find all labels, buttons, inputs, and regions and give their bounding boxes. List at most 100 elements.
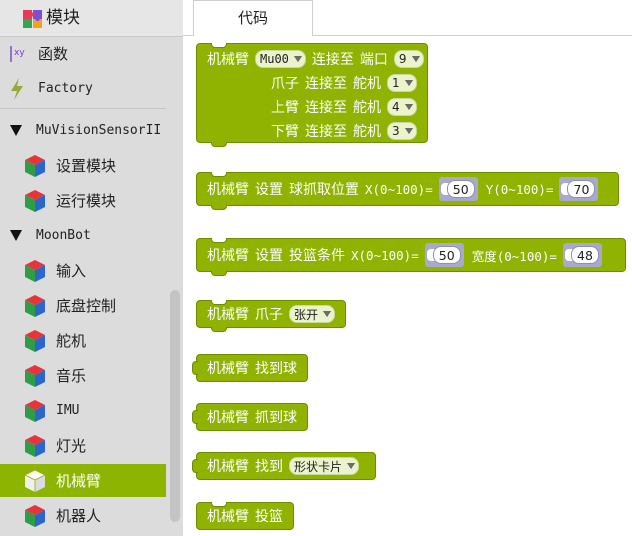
y-input[interactable]: 70 [567, 180, 596, 198]
sidebar-scrollbar[interactable] [170, 290, 180, 522]
block-text: 机械臂 [207, 410, 249, 426]
puzzle-icon [23, 10, 42, 28]
tab-code[interactable]: 代码 [193, 0, 313, 36]
block-row: 机械臂 投篮 [207, 504, 289, 528]
claw-state-dropdown[interactable]: 张开 [289, 305, 336, 323]
dropdown-value: 张开 [294, 307, 319, 322]
dropdown-arrow-icon [404, 104, 413, 110]
block-text: 机械臂 [207, 182, 249, 198]
block-canvas[interactable]: 机械臂 Mu00 连接至 端口 9 爪子 连接至 舵机 1 上臂 连接至 舵机 … [183, 36, 632, 536]
cube-icon [25, 364, 45, 387]
function-xy-icon: xy [10, 45, 25, 62]
category-label: Factory [38, 81, 93, 96]
category-label: 输入 [56, 262, 87, 280]
category-servo[interactable]: 舵机 [0, 324, 166, 357]
category-factory[interactable]: Factory [0, 72, 166, 105]
number-slot: 50 [438, 177, 478, 201]
block-claw[interactable]: 机械臂 爪子 张开 [196, 300, 346, 332]
block-row: 机械臂 抓到球 [207, 405, 303, 429]
port-dropdown[interactable]: 9 [393, 50, 424, 68]
category-music[interactable]: 音乐 [0, 359, 166, 392]
dropdown-value: 形状卡片 [294, 459, 343, 474]
block-text: X(0~100)= [365, 181, 433, 197]
block-text: 找到球 [255, 361, 297, 377]
category-moonbot[interactable]: MoonBot [0, 219, 166, 252]
block-text: 端口 [359, 52, 388, 68]
cube-icon [25, 259, 45, 282]
dropdown-value: Mu00 [260, 52, 289, 66]
workspace: 代码 机械臂 Mu00 连接至 端口 9 爪子 连接至 舵机 1 上臂 连接至 … [183, 0, 632, 536]
category-robot[interactable]: 机器人 [0, 499, 166, 532]
category-label: IMU [56, 403, 80, 418]
toolbox-header: 模块 [0, 0, 183, 37]
block-text: 舵机 [353, 76, 381, 92]
block-row: 机械臂 找到球 [207, 356, 303, 380]
block-text: 爪子 [255, 307, 283, 323]
block-arm-connect[interactable]: 机械臂 Mu00 连接至 端口 9 爪子 连接至 舵机 1 上臂 连接至 舵机 … [196, 43, 428, 147]
block-notch [211, 142, 227, 147]
dropdown-arrow-icon [347, 463, 356, 469]
x-input[interactable]: 50 [446, 180, 475, 198]
block-text: 上臂 [271, 100, 299, 116]
category-muvisionsensor[interactable]: MuVisionSensorII [0, 114, 166, 147]
block-text: 机械臂 [207, 248, 249, 264]
block-found-card[interactable]: 机械臂 找到 形状卡片 [192, 452, 376, 480]
cube-icon [25, 329, 45, 352]
number-slot: 50 [424, 243, 464, 267]
category-run-module[interactable]: 运行模块 [0, 184, 166, 217]
output-plug [192, 361, 198, 375]
number-slot: 70 [559, 177, 599, 201]
block-text: 投篮 [255, 509, 283, 525]
category-label: MuVisionSensorII [36, 123, 162, 138]
block-found-ball[interactable]: 机械臂 找到球 [192, 354, 308, 382]
dropdown-arrow-icon [293, 56, 302, 62]
category-functions[interactable]: xy 函数 [0, 37, 166, 70]
category-label: 函数 [38, 45, 69, 63]
block-caught-ball[interactable]: 机械臂 抓到球 [192, 403, 308, 431]
category-setup-module[interactable]: 设置模块 [0, 149, 166, 182]
block-notch [211, 327, 227, 332]
dropdown-arrow-icon [411, 56, 420, 62]
category-robot-arm[interactable]: 机械臂 [0, 464, 166, 497]
block-row: 上臂 连接至 舵机 4 [271, 95, 423, 119]
category-label: MoonBot [36, 228, 91, 243]
block-shoot[interactable]: 机械臂 投篮 [196, 502, 294, 530]
toolbox-sidebar: 模块 xy 函数 Factory MuVisionSensorII 设置模块 运… [0, 0, 183, 536]
block-row: 机械臂 找到 形状卡片 [207, 454, 365, 478]
block-text: 舵机 [353, 124, 381, 140]
block-text: 连接至 [305, 76, 347, 92]
servo-dropdown[interactable]: 3 [387, 122, 417, 140]
category-label: 运行模块 [56, 192, 117, 210]
x-input[interactable]: 50 [432, 246, 461, 264]
block-text: Y(0~100)= [485, 181, 554, 197]
block-text: 机械臂 [207, 509, 249, 525]
block-text: 宽度(0~100)= [471, 248, 557, 264]
sensor-dropdown[interactable]: Mu00 [255, 50, 306, 68]
svg-text:xy: xy [14, 48, 25, 58]
block-text: 爪子 [271, 76, 299, 92]
number-slot: 48 [562, 243, 602, 267]
width-input[interactable]: 48 [570, 246, 599, 264]
dropdown-value: 9 [398, 52, 407, 66]
category-chassis-control[interactable]: 底盘控制 [0, 289, 166, 322]
card-type-dropdown[interactable]: 形状卡片 [289, 457, 360, 475]
category-label: 设置模块 [56, 157, 117, 175]
block-row: 爪子 连接至 舵机 1 [271, 71, 423, 95]
block-text: 连接至 [305, 100, 347, 116]
block-text: 机械臂 [207, 361, 249, 377]
cube-icon [25, 154, 45, 177]
servo-dropdown[interactable]: 1 [387, 74, 417, 92]
divider [0, 108, 166, 109]
cube-icon [25, 434, 45, 457]
block-notch [211, 205, 227, 210]
category-light[interactable]: 灯光 [0, 429, 166, 462]
cube-icon [25, 294, 45, 317]
block-set-shoot-condition[interactable]: 机械臂 设置 投篮条件 X(0~100)= 50 宽度(0~100)= 48 [196, 238, 626, 276]
category-input[interactable]: 输入 [0, 254, 166, 287]
block-row: 下臂 连接至 舵机 3 [271, 119, 423, 143]
block-text: 舵机 [353, 100, 381, 116]
category-imu[interactable]: IMU [0, 394, 166, 427]
block-set-grab-position[interactable]: 机械臂 设置 球抓取位置 X(0~100)= 50 Y(0~100)= 70 [196, 172, 619, 210]
cube-white-icon [24, 469, 46, 492]
servo-dropdown[interactable]: 4 [387, 98, 417, 116]
